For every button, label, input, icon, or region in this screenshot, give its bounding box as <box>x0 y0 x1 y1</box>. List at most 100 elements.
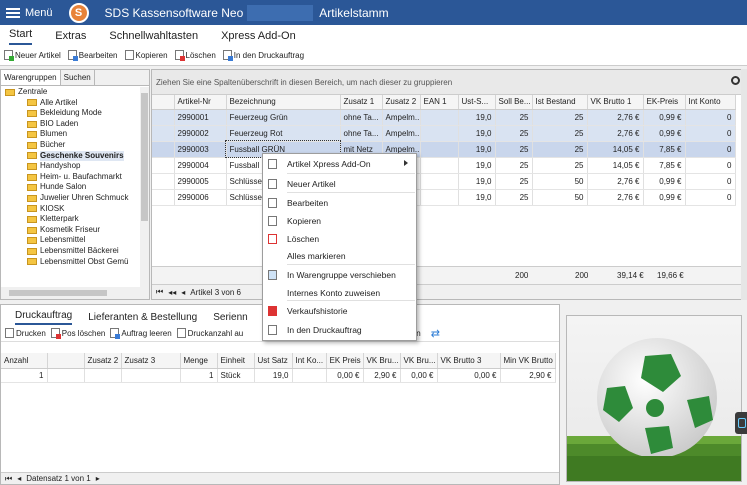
tree-item[interactable]: Blumen <box>1 129 141 140</box>
first-record-button[interactable]: ⏮ <box>5 474 12 484</box>
grid-vertical-scrollbar[interactable] <box>741 69 747 300</box>
tree-vertical-scrollbar[interactable] <box>140 87 149 287</box>
first-record-button[interactable]: ⏮ <box>156 287 163 297</box>
print-order-button[interactable]: In den Druckauftrag <box>222 50 304 61</box>
column-header[interactable]: VK Brutto 3 <box>437 353 501 369</box>
menu-item-delete[interactable]: Löschen <box>263 231 416 247</box>
tree-item[interactable]: Handyshop <box>1 161 141 172</box>
app-title: SDS Kassensoftware Neo <box>104 5 244 20</box>
menu-item-xpress-addon[interactable]: Artikel Xpress Add-On <box>263 156 416 172</box>
tree-item[interactable]: Heim- u. Baufachmarkt <box>1 172 141 183</box>
tree-item[interactable]: Lebensmittel <box>1 235 141 246</box>
tree-item[interactable]: KIOSK <box>1 204 141 215</box>
menu-item-move-group[interactable]: In Warengruppe verschieben <box>263 267 416 283</box>
tab-schnellwahltasten[interactable]: Schnellwahltasten <box>109 30 198 45</box>
tree-item[interactable]: Geschenke Souvenirs <box>1 150 141 162</box>
print-count-button[interactable]: Druckanzahl au <box>176 328 243 338</box>
group-by-area[interactable]: Ziehen Sie eine Spaltenüberschrift in di… <box>152 70 746 95</box>
column-header[interactable]: EK Preis <box>326 353 364 369</box>
tree-item[interactable]: Zentrale <box>1 87 141 98</box>
menu-item-assign-account[interactable]: Internes Konto zuweisen <box>263 285 416 301</box>
tree-item[interactable]: Kosmetik Friseur <box>1 225 141 236</box>
column-header[interactable]: VK Bru... <box>363 353 401 369</box>
delete-position-button[interactable]: Pos löschen <box>50 328 105 339</box>
tree-item[interactable]: Lebensmittel Obst Gemü <box>1 257 141 268</box>
delete-button[interactable]: Löschen <box>174 50 216 61</box>
column-header[interactable]: Min VK Brutto <box>500 353 556 369</box>
column-header[interactable]: Anzahl <box>1 353 48 369</box>
sales-history-icon <box>268 306 277 316</box>
tree-item[interactable]: Hunde Salon <box>1 182 141 193</box>
column-header[interactable]: Int Ko... <box>292 353 327 369</box>
search-icon[interactable] <box>731 76 740 85</box>
menu-item-copy[interactable]: Kopieren <box>263 213 416 229</box>
table-row[interactable]: 2990002 Feuerzeug Rot ohne Ta... Ampelm... 1… <box>152 125 736 142</box>
menu-item-sales-history[interactable]: Verkaufshistorie <box>263 303 416 319</box>
column-header[interactable]: Einheit <box>217 353 255 369</box>
column-header[interactable]: Zusatz 3 <box>121 353 181 369</box>
table-row[interactable]: 2990005 Schlüssel 19,0 25 50 2,76 €0,99 €0 <box>152 173 736 190</box>
column-header[interactable]: Zusatz 1 <box>340 95 383 110</box>
side-panel-toggle-button[interactable] <box>735 412 747 434</box>
prev-record-button[interactable]: ◂ <box>181 288 185 297</box>
menu-item-new-article[interactable]: Neuer Artikel <box>263 176 416 192</box>
new-article-button[interactable]: Neuer Artikel <box>4 50 61 61</box>
tree-horizontal-scrollbar[interactable] <box>1 287 149 299</box>
column-header[interactable] <box>152 95 175 110</box>
prev-page-button[interactable]: ◂◂ <box>168 288 176 297</box>
tab-lieferanten-bestellung[interactable]: Lieferanten & Bestellung <box>88 312 197 325</box>
column-header[interactable]: Zusatz 2 <box>382 95 421 110</box>
tab-xpress-addon[interactable]: Xpress Add-On <box>221 30 296 45</box>
clear-order-button[interactable]: Auftrag leeren <box>110 328 172 339</box>
menu-item-print-order[interactable]: In den Druckauftrag <box>263 322 416 338</box>
menu-button[interactable]: Menü <box>25 7 53 19</box>
folder-icon <box>27 173 37 181</box>
tree-item[interactable]: Bücher <box>1 140 141 151</box>
column-header[interactable]: Zusatz 2 <box>84 353 122 369</box>
tab-extras[interactable]: Extras <box>55 30 86 45</box>
soccer-ball-image <box>567 316 741 481</box>
column-header[interactable]: VK Brutto 1 <box>587 95 644 110</box>
tab-start[interactable]: Start <box>9 28 33 45</box>
tree-item[interactable]: Bekleidung Mode <box>1 108 141 119</box>
table-row[interactable]: 2990001 Feuerzeug Grün ohne Ta... Ampelm...… <box>152 109 736 126</box>
table-row[interactable]: 2990004 Fussball R 19,0 25 25 14,05 €7,85 €0 <box>152 157 736 174</box>
product-group-panel: Warengruppen Suchen Zentrale Alle Artikel… <box>0 69 150 300</box>
hamburger-menu-icon[interactable] <box>6 7 20 18</box>
article-table: Artikel-Nr Bezeichnung Zusatz 1 Zusatz 2 EAN… <box>152 95 736 206</box>
menu-item-edit[interactable]: Bearbeiten <box>263 195 416 211</box>
column-header[interactable]: Ust-S... <box>458 95 496 110</box>
tree-item[interactable]: Lebensmittel Bäckerei <box>1 246 141 257</box>
table-row[interactable]: 2990003 Fussball GRÜN mit Netz Ampelm... 19,… <box>152 140 736 158</box>
column-header[interactable] <box>47 353 85 369</box>
column-header[interactable]: Ist Bestand <box>532 95 588 110</box>
tab-suchen[interactable]: Suchen <box>61 70 95 85</box>
folder-icon <box>27 131 37 139</box>
column-header[interactable]: VK Bru... <box>400 353 438 369</box>
column-header[interactable]: Menge <box>180 353 218 369</box>
tree-item[interactable]: Alle Artikel <box>1 98 141 109</box>
print-button[interactable]: Drucken <box>5 328 46 338</box>
prev-record-button[interactable]: ◂ <box>17 474 21 483</box>
column-header[interactable]: EK-Preis <box>643 95 686 110</box>
column-header[interactable]: Artikel-Nr <box>174 95 227 110</box>
table-row[interactable]: 2990006 Schlüssel 19,0 25 50 2,76 €0,99 €0 <box>152 189 736 206</box>
table-row[interactable]: 1 1 Stück 19,0 0,00 € 2,90 € 0,00 € 0,00… <box>1 368 556 383</box>
copy-button[interactable]: Kopieren <box>124 50 168 60</box>
tree-item[interactable]: Juwelier Uhren Schmuck <box>1 193 141 204</box>
tree-item[interactable]: Kletterpark <box>1 214 141 225</box>
column-header[interactable]: Int Konto <box>685 95 736 110</box>
tab-seriennummern[interactable]: Serienn <box>213 312 247 325</box>
edit-button[interactable]: Bearbeiten <box>67 50 118 61</box>
title-bar: Menü S SDS Kassensoftware Neo Artikelsta… <box>0 0 747 25</box>
column-header[interactable]: Bezeichnung <box>226 95 341 110</box>
tab-druckauftrag[interactable]: Druckauftrag <box>15 310 73 325</box>
column-header[interactable]: Ust Satz <box>254 353 293 369</box>
tab-warengruppen[interactable]: Warengruppen <box>1 70 61 85</box>
main-toolbar: Neuer Artikel Bearbeiten Kopieren Lösche… <box>0 45 747 66</box>
tree-item[interactable]: BIO Laden <box>1 119 141 130</box>
menu-item-select-all[interactable]: Alles markieren <box>263 248 416 264</box>
column-header[interactable]: EAN 1 <box>420 95 459 110</box>
next-record-button[interactable]: ▸ <box>96 474 100 483</box>
column-header[interactable]: Soll Be... <box>495 95 533 110</box>
